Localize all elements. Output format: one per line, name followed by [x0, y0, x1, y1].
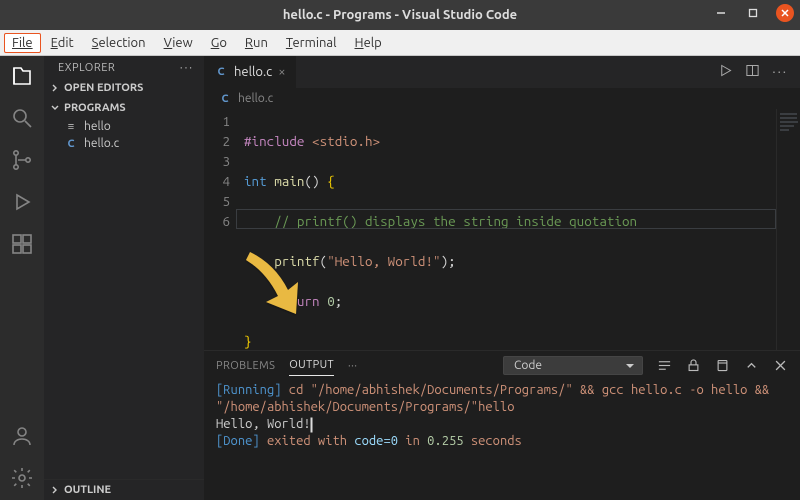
menu-edit[interactable]: Edit — [43, 33, 82, 53]
menu-run[interactable]: Run — [237, 33, 276, 53]
chevron-down-icon — [50, 103, 60, 113]
menu-go[interactable]: Go — [203, 33, 235, 53]
minimize-button[interactable] — [712, 4, 730, 22]
tab-label: hello.c — [234, 65, 272, 79]
menu-selection[interactable]: Selection — [84, 33, 154, 53]
code-editor[interactable]: 123456 #include <stdio.h> int main() { /… — [204, 109, 800, 350]
tab-close-icon[interactable]: × — [278, 65, 285, 79]
menubar: File Edit Selection View Go Run Terminal… — [0, 30, 800, 56]
editor-tabbar: C hello.c × ··· — [204, 56, 800, 88]
close-button[interactable] — [776, 4, 794, 22]
editor-tab-hello-c[interactable]: C hello.c × — [204, 56, 297, 88]
activity-bar — [0, 56, 44, 500]
menu-help[interactable]: Help — [347, 33, 390, 53]
extensions-icon[interactable] — [10, 232, 34, 256]
split-editor-icon[interactable] — [745, 63, 760, 81]
binary-file-icon: ≡ — [64, 121, 78, 133]
settings-gear-icon[interactable] — [10, 466, 34, 490]
output-channel-select[interactable]: Code — [503, 356, 643, 375]
source-control-icon[interactable] — [10, 148, 34, 172]
window-controls — [712, 4, 794, 22]
more-icon[interactable]: ··· — [772, 65, 788, 79]
menu-terminal[interactable]: Terminal — [278, 33, 345, 53]
accounts-icon[interactable] — [10, 424, 34, 448]
section-outline[interactable]: OUTLINE — [44, 479, 204, 500]
sidebar-title: EXPLORER — [58, 62, 115, 74]
section-folder[interactable]: PROGRAMS — [44, 98, 204, 118]
c-file-icon: C — [214, 66, 228, 78]
sidebar: EXPLORER ··· OPEN EDITORS PROGRAMS ≡ hel… — [44, 56, 204, 500]
c-file-icon: C — [64, 138, 78, 150]
c-file-icon: C — [218, 93, 232, 105]
run-debug-icon[interactable] — [10, 190, 34, 214]
editor-actions: ··· — [706, 56, 800, 88]
menu-file[interactable]: File — [4, 33, 41, 53]
menu-view[interactable]: View — [156, 33, 201, 53]
file-item-hello-c[interactable]: C hello.c — [44, 135, 204, 152]
maximize-button[interactable] — [744, 4, 762, 22]
breadcrumb[interactable]: C hello.c — [204, 88, 800, 109]
file-item-hello[interactable]: ≡ hello — [44, 118, 204, 135]
sidebar-more-icon[interactable]: ··· — [180, 62, 194, 74]
file-label: hello — [84, 120, 111, 133]
breadcrumb-label: hello.c — [238, 92, 273, 105]
run-icon[interactable] — [718, 63, 733, 81]
terminal-cursor — [311, 418, 312, 432]
line-gutter: 123456 — [204, 109, 240, 350]
code-content[interactable]: #include <stdio.h> int main() { // print… — [240, 109, 776, 350]
window-titlebar: hello.c - Programs - Visual Studio Code — [0, 0, 800, 30]
window-title: hello.c - Programs - Visual Studio Code — [283, 8, 517, 22]
search-icon[interactable] — [10, 106, 34, 130]
editor-area: C hello.c × ··· C hello.c 123456 #includ… — [204, 56, 800, 500]
explorer-icon[interactable] — [10, 64, 34, 88]
chevron-right-icon — [50, 83, 60, 93]
file-label: hello.c — [84, 137, 119, 150]
chevron-right-icon — [50, 485, 60, 495]
section-open-editors[interactable]: OPEN EDITORS — [44, 78, 204, 98]
minimap[interactable] — [776, 109, 800, 350]
sidebar-header: EXPLORER ··· — [44, 56, 204, 78]
